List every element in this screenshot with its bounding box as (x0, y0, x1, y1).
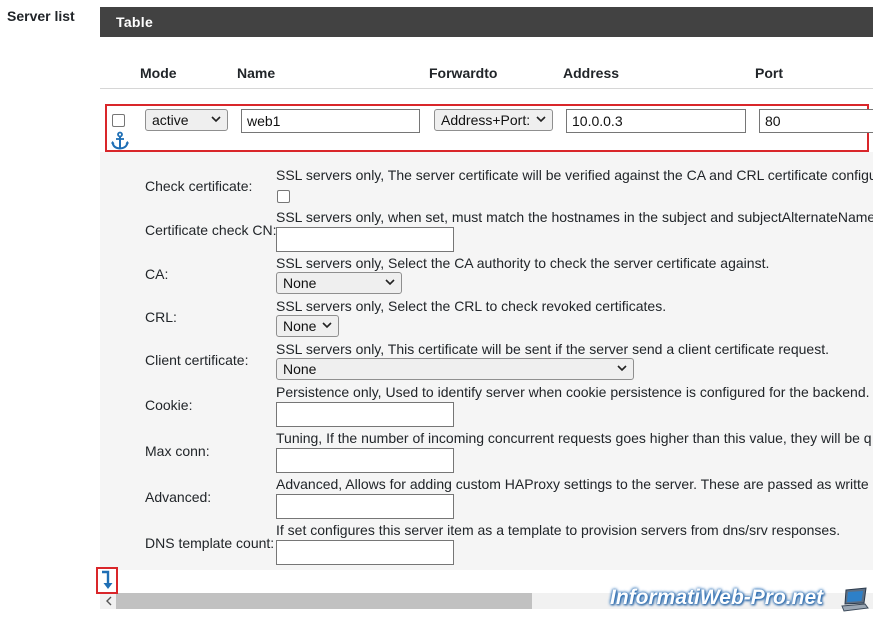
ca-desc: SSL servers only, Select the CA authorit… (276, 255, 770, 271)
address-input[interactable]: 10.0.0.3 (566, 109, 746, 133)
client-certificate-select-value: None (283, 361, 317, 377)
dns-template-count-input[interactable] (276, 540, 454, 565)
laptop-logo-icon (840, 587, 870, 613)
advanced-label: Advanced: (145, 489, 212, 505)
arrow-down-icon (102, 570, 113, 589)
server-list-label: Server list (7, 8, 75, 24)
forwardto-select-value: Address+Port: (441, 112, 531, 128)
address-input-value: 10.0.0.3 (572, 113, 623, 129)
port-input[interactable]: 80 (759, 109, 873, 133)
cookie-label: Cookie: (145, 397, 193, 413)
ca-select[interactable]: None (276, 272, 402, 294)
cert-check-cn-input[interactable] (276, 227, 454, 252)
cookie-desc: Persistence only, Used to identify serve… (276, 384, 870, 400)
panel-title: Table (116, 14, 154, 30)
watermark: InformatiWeb-Pro.net (610, 586, 824, 609)
server-table-panel: Table Mode Name Forwardto Address Port a… (100, 7, 873, 610)
scrollbar-thumb[interactable] (116, 593, 532, 609)
crl-label: CRL: (145, 309, 177, 325)
forwardto-select[interactable]: Address+Port: (434, 109, 553, 131)
client-certificate-select[interactable]: None (276, 358, 634, 380)
crl-select-value: None (283, 318, 317, 334)
cert-check-cn-label: Certificate check CN: (145, 222, 277, 238)
column-header-port: Port (755, 65, 783, 81)
check-certificate-checkbox[interactable] (277, 190, 290, 203)
ca-select-value: None (283, 275, 317, 291)
insert-row-button[interactable] (96, 567, 118, 594)
advanced-desc: Advanced, Allows for adding custom HAPro… (276, 476, 869, 492)
column-header-address: Address (563, 65, 620, 81)
chevron-down-icon (211, 116, 221, 123)
client-certificate-label: Client certificate: (145, 352, 249, 368)
column-header-mode: Mode (140, 65, 177, 81)
column-header-forwardto: Forwardto (429, 65, 498, 81)
check-certificate-label: Check certificate: (145, 178, 253, 194)
anchor-icon[interactable] (110, 131, 130, 151)
client-certificate-desc: SSL servers only, This certificate will … (276, 341, 829, 357)
name-input-value: web1 (247, 113, 281, 129)
max-conn-desc: Tuning, If the number of incoming concur… (276, 430, 872, 446)
chevron-down-icon (536, 116, 546, 123)
max-conn-input[interactable] (276, 448, 454, 473)
name-input[interactable]: web1 (241, 109, 420, 133)
chevron-down-icon (322, 322, 332, 329)
chevron-down-icon (617, 365, 627, 372)
chevron-down-icon (385, 279, 395, 286)
dns-template-count-desc: If set configures this server item as a … (276, 522, 841, 538)
panel-header: Table (100, 7, 873, 37)
cookie-input[interactable] (276, 402, 454, 427)
check-certificate-desc: SSL servers only, The server certificate… (276, 167, 873, 183)
ca-label: CA: (145, 266, 169, 282)
header-divider (100, 88, 873, 89)
mode-select-value: active (152, 112, 189, 128)
cert-check-cn-desc: SSL servers only, when set, must match t… (276, 209, 873, 225)
crl-desc: SSL servers only, Select the CRL to chec… (276, 298, 667, 314)
advanced-input[interactable] (276, 494, 454, 519)
max-conn-label: Max conn: (145, 443, 210, 459)
dns-template-count-label: DNS template count: (145, 535, 275, 551)
mode-select[interactable]: active (145, 109, 228, 131)
crl-select[interactable]: None (276, 315, 339, 337)
port-input-value: 80 (765, 113, 781, 129)
row-select-checkbox[interactable] (112, 114, 125, 127)
column-header-name: Name (237, 65, 276, 81)
